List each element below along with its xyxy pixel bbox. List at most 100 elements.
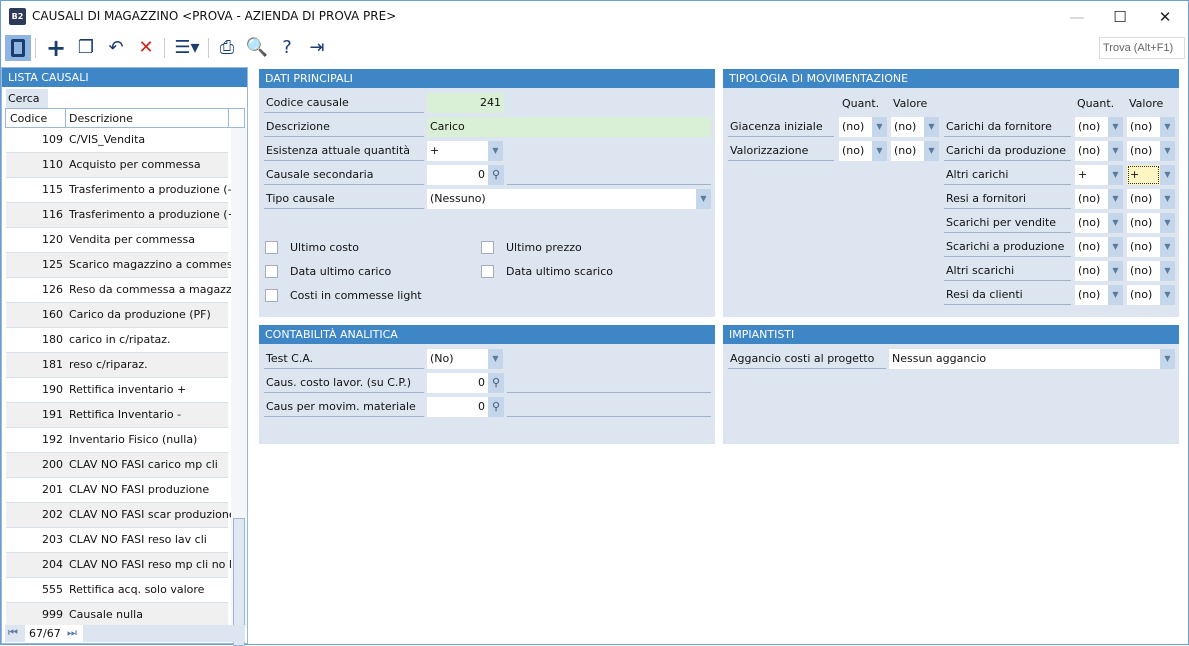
causale-secondaria-field[interactable]: 0 xyxy=(427,165,488,185)
col-code[interactable]: Codice xyxy=(10,112,47,125)
chevron-down-icon[interactable]: ▼ xyxy=(924,141,939,161)
movement-select[interactable]: + xyxy=(1127,165,1160,185)
chevron-down-icon[interactable]: ▼ xyxy=(1160,285,1175,305)
minimize-button[interactable]: — xyxy=(1057,5,1097,29)
ultimo-prezzo-checkbox[interactable] xyxy=(481,241,494,254)
movement-select[interactable]: (no) xyxy=(1127,237,1160,257)
chevron-down-icon[interactable]: ▼ xyxy=(924,117,939,137)
delete-icon[interactable]: ✕ xyxy=(133,35,159,61)
col-desc[interactable]: Descrizione xyxy=(69,112,133,125)
tipo-causale-select[interactable]: (Nessuno) xyxy=(427,189,696,209)
chevron-down-icon[interactable]: ▼ xyxy=(872,141,887,161)
close-button[interactable]: ✕ xyxy=(1145,5,1185,29)
list-item[interactable]: 202 CLAV NO FASI scar produzione xyxy=(6,503,232,528)
search-icon[interactable]: ⚲ xyxy=(488,397,504,417)
movement-select[interactable]: (no) xyxy=(1127,261,1160,281)
movement-select[interactable]: (no) xyxy=(1075,213,1108,233)
print-icon[interactable]: ⎙ xyxy=(214,35,240,61)
list-item[interactable]: 160 Carico da produzione (PF) xyxy=(6,303,228,328)
movement-select[interactable]: (no) xyxy=(1127,213,1160,233)
chevron-down-icon[interactable]: ▼ xyxy=(1108,189,1123,209)
list-item[interactable]: 192 Inventario Fisico (nulla) xyxy=(6,428,228,453)
list-item[interactable]: 203 CLAV NO FASI reso lav cli xyxy=(6,528,228,553)
chevron-down-icon[interactable]: ▼ xyxy=(1160,165,1175,185)
movement-select[interactable]: (no) xyxy=(1075,189,1108,209)
exit-icon[interactable]: ⇥ xyxy=(304,35,330,61)
print-preview-icon[interactable]: 🔍 xyxy=(244,35,270,61)
chevron-down-icon[interactable]: ▼ xyxy=(1108,261,1123,281)
movement-select[interactable]: (no) xyxy=(1075,117,1108,137)
search-icon[interactable]: ⚲ xyxy=(488,373,504,393)
costi-commesse-checkbox[interactable] xyxy=(265,289,278,302)
data-ultimo-scarico-checkbox[interactable] xyxy=(481,265,494,278)
find-input[interactable]: Trova (Alt+F1) xyxy=(1099,37,1185,59)
chevron-down-icon[interactable]: ▼ xyxy=(1108,141,1123,161)
list-item[interactable]: 120 Vendita per commessa xyxy=(6,228,228,253)
movement-select[interactable]: (no) xyxy=(1075,141,1108,161)
aggancio-select[interactable]: Nessun aggancio xyxy=(889,349,1160,369)
chevron-down-icon[interactable]: ▼ xyxy=(1160,117,1175,137)
list-item[interactable]: 204 CLAV NO FASI reso mp cli no la xyxy=(6,553,232,578)
movement-select[interactable]: (no) xyxy=(891,117,924,137)
chevron-down-icon[interactable]: ▼ xyxy=(1108,213,1123,233)
costo-lavor-field[interactable]: 0 xyxy=(427,373,488,393)
first-page-icon[interactable]: ⏮ xyxy=(8,626,18,640)
movement-select[interactable]: (no) xyxy=(891,141,924,161)
last-page-icon[interactable]: ⏭ xyxy=(67,626,77,640)
movement-select[interactable]: (no) xyxy=(1127,117,1160,137)
chevron-down-icon[interactable]: ▼ xyxy=(1160,237,1175,257)
list-item[interactable]: 181 reso c/riparaz. xyxy=(6,353,228,378)
movement-select[interactable]: (no) xyxy=(839,141,872,161)
movement-select[interactable]: (no) xyxy=(1075,285,1108,305)
ultimo-costo-checkbox[interactable] xyxy=(265,241,278,254)
chevron-down-icon[interactable]: ▼ xyxy=(872,117,887,137)
list-item[interactable]: 180 carico in c/ripataz. xyxy=(6,328,228,353)
help-icon[interactable]: ? xyxy=(274,35,300,61)
movement-select[interactable]: (no) xyxy=(839,117,872,137)
descrizione-field[interactable]: Carico xyxy=(427,117,711,137)
menu-icon[interactable]: ☰▾ xyxy=(171,35,203,61)
chevron-down-icon[interactable]: ▼ xyxy=(488,141,503,161)
test-ca-select[interactable]: (No) xyxy=(427,349,489,369)
codice-field[interactable]: 241 xyxy=(427,93,504,113)
list-item[interactable]: 201 CLAV NO FASI produzione xyxy=(6,478,228,503)
esistenza-select[interactable]: + xyxy=(427,141,489,161)
list-item[interactable]: 555 Rettifica acq. solo valore xyxy=(6,578,228,603)
list-item[interactable]: 190 Rettifica inventario + xyxy=(6,378,228,403)
chevron-down-icon[interactable]: ▼ xyxy=(1108,165,1123,185)
list-toggle-icon[interactable] xyxy=(5,35,31,61)
movement-select[interactable]: (no) xyxy=(1075,237,1108,257)
chevron-down-icon[interactable]: ▼ xyxy=(1160,189,1175,209)
list-item[interactable]: 110 Acquisto per commessa xyxy=(6,153,228,178)
movement-select[interactable]: (no) xyxy=(1127,285,1160,305)
movim-materiale-field[interactable]: 0 xyxy=(427,397,488,417)
list-item[interactable]: 126 Reso da commessa a magazzino xyxy=(6,278,232,303)
add-icon[interactable]: + xyxy=(43,35,69,61)
list-item[interactable]: 200 CLAV NO FASI carico mp cli xyxy=(6,453,228,478)
data-ultimo-carico-checkbox[interactable] xyxy=(265,265,278,278)
chevron-down-icon[interactable]: ▼ xyxy=(1160,349,1175,369)
vertical-scrollbar[interactable] xyxy=(231,128,247,646)
list-item[interactable]: 115 Trasferimento a produzione (-) xyxy=(6,178,232,203)
chevron-down-icon[interactable]: ▼ xyxy=(1108,237,1123,257)
chevron-down-icon[interactable]: ▼ xyxy=(1160,141,1175,161)
list-item[interactable]: 191 Rettifica Inventario - xyxy=(6,403,228,428)
movement-select[interactable]: + xyxy=(1075,165,1108,185)
list-item[interactable]: 116 Trasferimento a produzione (+) xyxy=(6,203,232,228)
list-item[interactable]: 125 Scarico magazzino a commessa xyxy=(6,253,232,278)
chevron-down-icon[interactable]: ▼ xyxy=(1160,213,1175,233)
undo-icon[interactable]: ↶ xyxy=(103,35,129,61)
search-input[interactable] xyxy=(48,89,246,108)
copy-icon[interactable]: ❐ xyxy=(73,35,99,61)
maximize-button[interactable]: ☐ xyxy=(1100,5,1140,29)
search-icon[interactable]: ⚲ xyxy=(488,165,504,185)
list-item[interactable]: 109 C/VIS_Vendita xyxy=(6,128,228,153)
movement-select[interactable]: (no) xyxy=(1127,189,1160,209)
chevron-down-icon[interactable]: ▼ xyxy=(1160,261,1175,281)
chevron-down-icon[interactable]: ▼ xyxy=(488,349,503,369)
movement-select[interactable]: (no) xyxy=(1075,261,1108,281)
chevron-down-icon[interactable]: ▼ xyxy=(696,189,711,209)
movement-select[interactable]: (no) xyxy=(1127,141,1160,161)
chevron-down-icon[interactable]: ▼ xyxy=(1108,285,1123,305)
chevron-down-icon[interactable]: ▼ xyxy=(1108,117,1123,137)
